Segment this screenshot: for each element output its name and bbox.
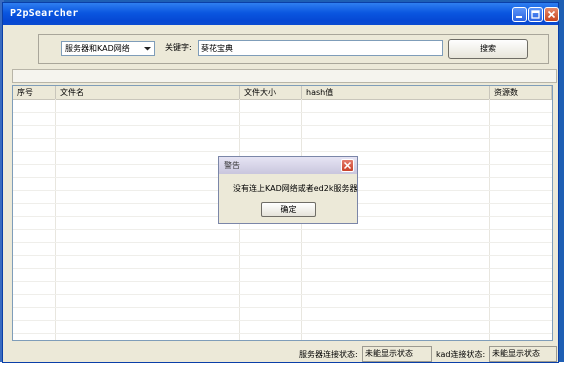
column-divider: [55, 99, 56, 340]
table-header: 序号 文件名 文件大小 hash值 资源数: [13, 86, 552, 100]
keyword-input[interactable]: [198, 40, 443, 56]
kad-status-value: 未能显示状态: [489, 346, 557, 362]
progress-bar: [12, 69, 557, 83]
title-bar[interactable]: P2pSearcher: [3, 3, 559, 25]
minimize-button[interactable]: [512, 7, 527, 22]
column-header-filesize[interactable]: 文件大小: [240, 86, 302, 99]
column-header-hash[interactable]: hash值: [302, 86, 490, 99]
row-divider: [13, 138, 552, 139]
row-divider: [13, 268, 552, 269]
ok-button[interactable]: 确定: [261, 202, 316, 217]
dialog-close-button[interactable]: [341, 159, 354, 172]
row-divider: [13, 242, 552, 243]
search-panel: 服务器和KAD网络 关键字: 搜索: [38, 34, 549, 64]
dialog-title-bar[interactable]: 警告: [219, 157, 357, 174]
column-header-index[interactable]: 序号: [13, 86, 56, 99]
alert-dialog: 警告 没有连上KAD网络或者ed2k服务器 确定: [218, 156, 358, 224]
column-header-filename[interactable]: 文件名: [56, 86, 240, 99]
desktop-bottom-strip: [0, 362, 564, 373]
column-divider: [489, 99, 490, 340]
row-divider: [13, 333, 552, 334]
app-window: P2pSearcher 服务器和KAD网络 关键字: 葵花宝典 搜索 序号 文件…: [2, 2, 559, 363]
minimize-icon: [516, 16, 522, 18]
keyword-label: 关键字:: [165, 43, 192, 52]
row-divider: [13, 229, 552, 230]
row-divider: [13, 294, 552, 295]
row-divider: [13, 125, 552, 126]
server-status-value: 未能显示状态: [362, 346, 432, 362]
close-icon: [547, 10, 556, 19]
close-icon: [343, 161, 352, 170]
server-network-select[interactable]: 服务器和KAD网络: [61, 41, 155, 56]
server-network-select-value: 服务器和KAD网络: [65, 44, 130, 53]
row-divider: [13, 320, 552, 321]
kad-status-label: kad连接状态:: [436, 350, 486, 359]
dialog-title: 警告: [224, 161, 240, 170]
dialog-message: 没有连上KAD网络或者ed2k服务器: [233, 184, 358, 193]
maximize-icon: [531, 10, 540, 19]
search-button[interactable]: 搜索: [448, 39, 528, 59]
maximize-button[interactable]: [528, 7, 543, 22]
row-divider: [13, 112, 552, 113]
row-divider: [13, 255, 552, 256]
window-title: P2pSearcher: [10, 8, 79, 19]
column-header-sources[interactable]: 资源数: [490, 86, 552, 99]
row-divider: [13, 307, 552, 308]
chevron-down-icon: [144, 47, 151, 51]
server-status-label: 服务器连接状态:: [299, 350, 358, 359]
close-button[interactable]: [544, 7, 559, 22]
row-divider: [13, 281, 552, 282]
row-divider: [13, 151, 552, 152]
